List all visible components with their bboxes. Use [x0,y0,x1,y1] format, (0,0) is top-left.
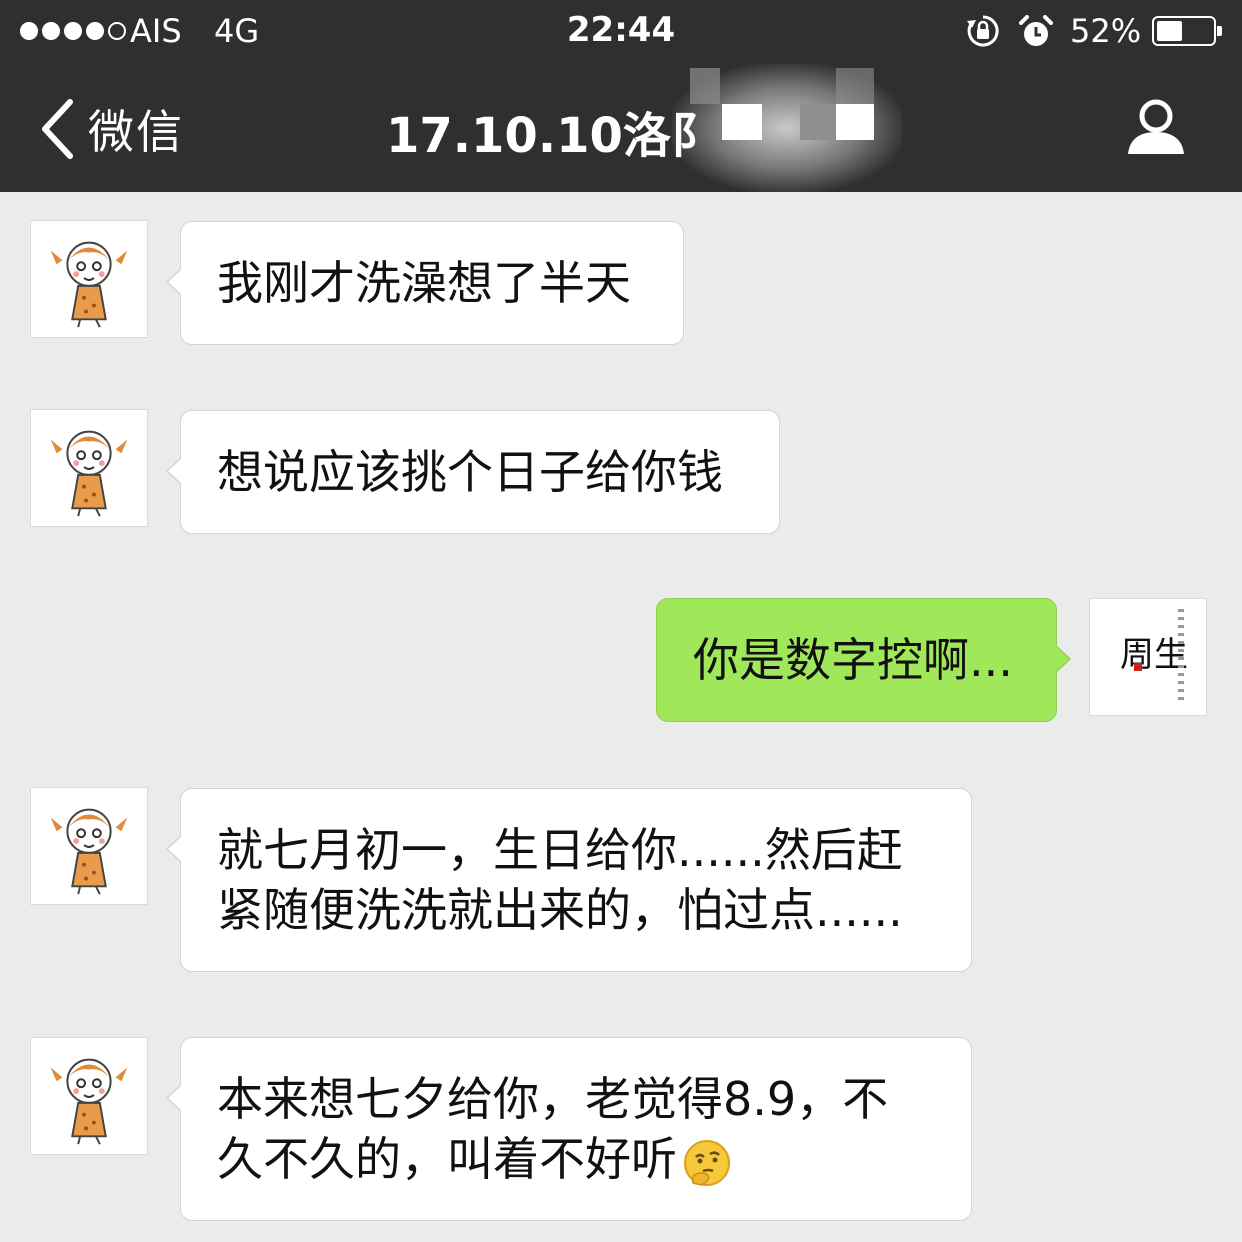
sender-avatar[interactable] [30,1037,148,1155]
battery-icon [1152,16,1222,46]
message-bubble[interactable]: 我刚才洗澡想了半天 [166,221,684,345]
back-button[interactable]: 微信 [38,96,184,162]
mosaic-block [690,68,720,104]
sender-avatar[interactable] [30,220,148,338]
cartoon-girl-avatar-icon [50,241,128,328]
status-bar: AIS 4G 22:44 52% [0,0,1242,64]
message-text-line: 紧随便洗洗就出来的，怕过点...... [217,883,903,937]
message-text-line-with-emoji: 久不久的，叫着不好听 [217,1129,935,1189]
message-text: 想说应该挑个日子给你钱 [217,445,723,499]
cartoon-girl-avatar-icon [50,430,128,517]
cartoon-girl-avatar-icon [50,808,128,895]
message-text-line: 本来想七夕给你，老觉得8.9，不 [217,1072,889,1126]
mosaic-block [836,104,874,140]
sender-avatar[interactable] [30,787,148,905]
seal-mark [1134,663,1142,671]
battery-percentage: 52% [1070,12,1142,50]
mosaic-block [722,104,762,140]
mosaic-block [836,68,874,104]
alarm-clock-icon [1019,15,1053,46]
my-avatar[interactable]: 周生 [1089,598,1207,716]
battery-level-fill [1157,21,1183,41]
message-bubble[interactable]: 本来想七夕给你，老觉得8.9，不 久不久的，叫着不好听 [166,1037,972,1221]
orientation-lock-icon [967,15,999,47]
vertical-script-decoration [1178,609,1184,705]
message-text-line: 就七月初一，生日给你......然后赶 [217,823,903,877]
message-bubble[interactable]: 想说应该挑个日子给你钱 [166,410,780,534]
message-bubble[interactable]: 就七月初一，生日给你......然后赶 紧随便洗洗就出来的，怕过点...... [166,788,972,972]
thinking-face-icon [684,1139,730,1186]
status-time: 22:44 [566,10,676,50]
cartoon-girl-avatar-icon [50,1058,128,1145]
top-bar: AIS 4G 22:44 52% 微信 17.10.10洛阝 [0,0,1242,192]
back-label: 微信 [88,105,184,159]
chat-title: 17.10.10洛阝 [386,108,719,164]
mosaic-block [800,104,836,140]
message-text: 久不久的，叫着不好听 [217,1132,677,1186]
contact-profile-icon[interactable] [1124,96,1188,158]
chevron-left-icon [42,99,73,159]
message-text: 你是数字控啊... [693,633,1013,687]
sender-avatar[interactable] [30,409,148,527]
message-text: 我刚才洗澡想了半天 [217,256,631,310]
sent-message-bubble[interactable]: 你是数字控啊... [656,598,1071,722]
